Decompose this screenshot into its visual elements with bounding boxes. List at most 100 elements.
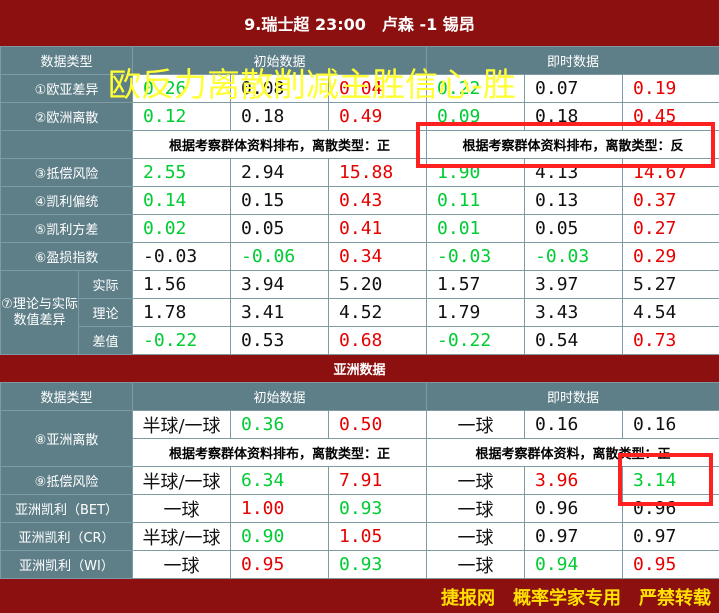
data-value-cell: 0.13 bbox=[524, 186, 624, 215]
theory-sub-label: 实际 bbox=[77, 270, 134, 299]
data-value-cell: 0.97 bbox=[524, 522, 623, 551]
data-value-cell: 1.78 bbox=[132, 298, 232, 327]
row-label: ⑤凯利方差 bbox=[0, 214, 134, 243]
data-value-cell: -0.22 bbox=[426, 326, 526, 355]
data-value-cell: 0.15 bbox=[230, 186, 330, 215]
row-label: ②欧洲离散 bbox=[0, 102, 134, 131]
handicap-initial: 一球 bbox=[132, 550, 231, 579]
data-value-cell: 0.96 bbox=[524, 494, 623, 523]
data-value-cell: 0.50 bbox=[328, 410, 427, 439]
data-value-cell: 0.93 bbox=[328, 550, 427, 579]
data-value-cell: -0.03 bbox=[426, 242, 526, 271]
row-label: ⑥盈损指数 bbox=[0, 242, 134, 271]
data-value-cell: 15.88 bbox=[328, 158, 428, 187]
data-value-cell: 0.36 bbox=[230, 410, 329, 439]
theory-sub-label: 理论 bbox=[77, 298, 134, 327]
data-value-cell: 0.34 bbox=[328, 242, 428, 271]
handicap-live: 一球 bbox=[426, 494, 525, 523]
handicap-live: 一球 bbox=[426, 522, 525, 551]
data-value-cell: -0.06 bbox=[230, 242, 330, 271]
data-value-cell: 0.26 bbox=[132, 74, 232, 103]
data-value-cell: 0.54 bbox=[524, 326, 624, 355]
data-value-cell: 3.96 bbox=[524, 466, 623, 495]
data-value-cell: 0.95 bbox=[230, 550, 329, 579]
data-value-cell: 0.49 bbox=[328, 102, 428, 131]
data-value-cell: 0.68 bbox=[328, 326, 428, 355]
data-value-cell: 0.05 bbox=[230, 214, 330, 243]
header-live-data: 即时数据 bbox=[426, 382, 719, 411]
data-value-cell: 0.14 bbox=[132, 186, 232, 215]
header-data-type: 数据类型 bbox=[0, 46, 134, 75]
data-value-cell: 0.16 bbox=[622, 410, 719, 439]
dispersion-note-initial: 根据考察群体资料排布，离散类型：正 bbox=[132, 130, 428, 159]
data-value-cell: 0.07 bbox=[524, 74, 624, 103]
data-value-cell: 0.09 bbox=[426, 102, 526, 131]
data-value-cell: 0.45 bbox=[622, 102, 719, 131]
data-value-cell: 0.97 bbox=[622, 522, 719, 551]
handicap-initial: 半球/一球 bbox=[132, 410, 231, 439]
data-value-cell: 1.00 bbox=[230, 494, 329, 523]
dispersion-note-live: 根据考察群体资料，离散类型：正 bbox=[426, 438, 719, 467]
handicap-initial: 半球/一球 bbox=[132, 466, 231, 495]
note-label-spacer bbox=[0, 130, 134, 159]
data-value-cell: 0.43 bbox=[328, 186, 428, 215]
data-value-cell: 6.34 bbox=[230, 466, 329, 495]
handicap-initial: 半球/一球 bbox=[132, 522, 231, 551]
data-value-cell: 0.37 bbox=[622, 186, 719, 215]
data-value-cell: 0.16 bbox=[524, 410, 623, 439]
data-value-cell: 0.29 bbox=[622, 242, 719, 271]
data-value-cell: 0.08 bbox=[230, 74, 330, 103]
data-value-cell: 0.05 bbox=[524, 214, 624, 243]
data-value-cell: 7.91 bbox=[328, 466, 427, 495]
data-value-cell: 0.04 bbox=[328, 74, 428, 103]
row-label: ⑧亚洲离散 bbox=[0, 410, 133, 467]
data-value-cell: -0.03 bbox=[132, 242, 232, 271]
data-value-cell: 0.96 bbox=[622, 494, 719, 523]
dispersion-note-initial: 根据考察群体资料排布，离散类型：正 bbox=[132, 438, 427, 467]
handicap-initial: 一球 bbox=[132, 494, 231, 523]
data-value-cell: 0.90 bbox=[230, 522, 329, 551]
footer-credit: 捷报网 概率学家专用 严禁转载 bbox=[0, 580, 719, 613]
data-value-cell: 3.43 bbox=[524, 298, 624, 327]
data-value-cell: 3.94 bbox=[230, 270, 330, 299]
data-value-cell: 0.93 bbox=[328, 494, 427, 523]
asia-section-title: 亚洲数据 bbox=[0, 355, 719, 382]
data-value-cell: 1.05 bbox=[328, 522, 427, 551]
match-title: 9.瑞士超 23:00 卢森 -1 锡昂 bbox=[0, 0, 719, 46]
data-value-cell: 0.94 bbox=[524, 550, 623, 579]
header-initial-data: 初始数据 bbox=[132, 46, 428, 75]
data-value-cell: 5.27 bbox=[622, 270, 719, 299]
dispersion-note-live: 根据考察群体资料排布，离散类型：反 bbox=[426, 130, 719, 159]
row-label: ⑨抵偿风险 bbox=[0, 466, 133, 495]
asia-data-table: 数据类型 初始数据 即时数据 ⑧亚洲离散 半球/一球 0.36 0.50 一球 0.16 0.16… bbox=[0, 382, 719, 579]
data-value-cell: 4.54 bbox=[622, 298, 719, 327]
data-value-cell: 4.52 bbox=[328, 298, 428, 327]
data-value-cell: 0.27 bbox=[622, 214, 719, 243]
theory-sub-label: 差值 bbox=[77, 326, 134, 355]
handicap-live: 一球 bbox=[426, 410, 525, 439]
data-value-cell: 0.22 bbox=[426, 74, 526, 103]
data-value-cell: 1.56 bbox=[132, 270, 232, 299]
data-value-cell: 1.79 bbox=[426, 298, 526, 327]
row-label: 亚洲凯利（CR） bbox=[0, 522, 133, 551]
data-value-cell: 0.73 bbox=[622, 326, 719, 355]
data-value-cell: 0.41 bbox=[328, 214, 428, 243]
row-label: ④凯利偏统 bbox=[0, 186, 134, 215]
handicap-live: 一球 bbox=[426, 466, 525, 495]
data-value-cell: 0.02 bbox=[132, 214, 232, 243]
analysis-screen: 9.瑞士超 23:00 卢森 -1 锡昂 数据类型 初始数据 即时数据 ①欧亚差异 0.… bbox=[0, 0, 719, 613]
data-value-cell: 0.01 bbox=[426, 214, 526, 243]
data-value-cell: 0.12 bbox=[132, 102, 232, 131]
data-value-cell: 3.41 bbox=[230, 298, 330, 327]
row-label: ①欧亚差异 bbox=[0, 74, 134, 103]
data-value-cell: 14.67 bbox=[622, 158, 719, 187]
row-label: 亚洲凯利（WI） bbox=[0, 550, 133, 579]
header-live-data: 即时数据 bbox=[426, 46, 719, 75]
data-value-cell: 0.18 bbox=[524, 102, 624, 131]
data-value-cell: 3.97 bbox=[524, 270, 624, 299]
row-label: ③抵偿风险 bbox=[0, 158, 134, 187]
data-value-cell: 0.11 bbox=[426, 186, 526, 215]
data-value-cell: 0.19 bbox=[622, 74, 719, 103]
data-value-cell: 2.94 bbox=[230, 158, 330, 187]
header-data-type: 数据类型 bbox=[0, 382, 133, 411]
